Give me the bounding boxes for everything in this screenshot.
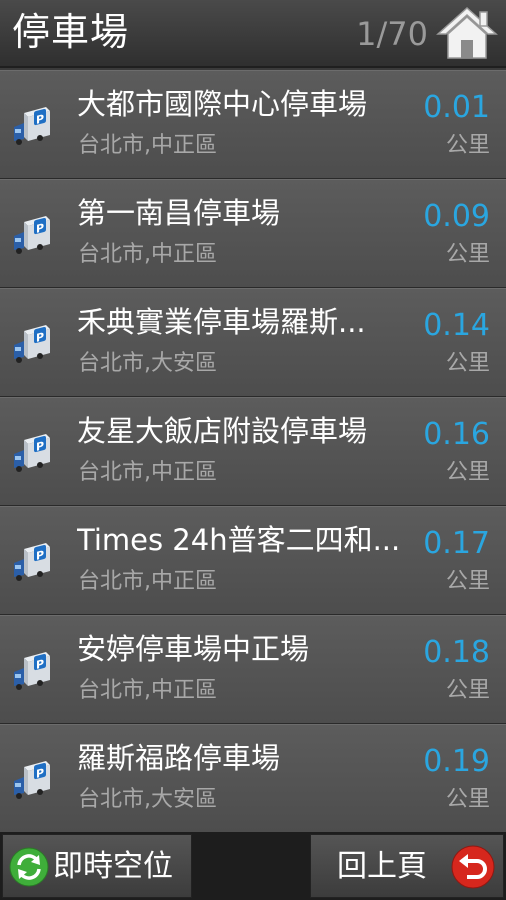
parking-address: 台北市,大安區 xyxy=(78,787,217,812)
refresh-icon xyxy=(9,847,49,887)
list-item[interactable]: P 安婷停車場中正場 台北市,中正區 0.18 公里 xyxy=(0,615,506,724)
parking-address: 台北市,中正區 xyxy=(78,569,217,594)
realtime-vacancy-button[interactable]: 即時空位 xyxy=(2,834,192,898)
parking-distance: 0.19 xyxy=(423,744,490,779)
app-header: 停車場 1/70 xyxy=(0,0,506,68)
parking-truck-icon: P xyxy=(12,759,52,801)
svg-text:P: P xyxy=(36,548,44,563)
parking-truck-icon: P xyxy=(12,323,52,365)
parking-address: 台北市,中正區 xyxy=(78,242,217,267)
parking-name: 大都市國際中心停車場 xyxy=(77,87,368,121)
distance-unit: 公里 xyxy=(445,351,490,376)
parking-name: Times 24h普客二四和... xyxy=(77,523,401,557)
list-item[interactable]: P 羅斯福路停車場 台北市,大安區 0.19 公里 xyxy=(0,724,506,833)
page-title: 停車場 xyxy=(12,10,130,54)
parking-address: 台北市,中正區 xyxy=(78,678,217,703)
list-item[interactable]: P 第一南昌停車場 台北市,中正區 0.09 公里 xyxy=(0,179,506,288)
parking-address: 台北市,大安區 xyxy=(78,351,217,376)
distance-unit: 公里 xyxy=(445,787,490,812)
parking-distance: 0.17 xyxy=(423,526,490,561)
distance-unit: 公里 xyxy=(445,460,490,485)
distance-unit: 公里 xyxy=(445,569,490,594)
list-item[interactable]: P 友星大飯店附設停車場 台北市,中正區 0.16 公里 xyxy=(0,397,506,506)
parking-name: 羅斯福路停車場 xyxy=(77,741,281,775)
parking-name: 第一南昌停車場 xyxy=(77,196,281,230)
parking-list: P 大都市國際中心停車場 台北市,中正區 0.01 公里 P 第一南昌停車場 台… xyxy=(0,70,506,833)
parking-truck-icon: P xyxy=(12,432,52,474)
parking-truck-icon: P xyxy=(12,105,52,147)
parking-distance: 0.18 xyxy=(423,635,490,670)
realtime-vacancy-label: 即時空位 xyxy=(53,849,173,884)
parking-address: 台北市,中正區 xyxy=(78,133,217,158)
parking-distance: 0.14 xyxy=(423,308,490,343)
svg-text:P: P xyxy=(36,330,44,345)
svg-text:P: P xyxy=(36,112,44,127)
back-button[interactable]: 回上頁 xyxy=(310,834,504,898)
list-item[interactable]: P 大都市國際中心停車場 台北市,中正區 0.01 公里 xyxy=(0,70,506,179)
distance-unit: 公里 xyxy=(445,242,490,267)
parking-distance: 0.01 xyxy=(423,90,490,125)
svg-text:P: P xyxy=(36,439,44,454)
svg-text:P: P xyxy=(36,657,44,672)
bottom-bar: 即時空位 回上頁 xyxy=(0,832,506,900)
parking-name: 安婷停車場中正場 xyxy=(77,632,310,666)
list-item[interactable]: P Times 24h普客二四和... 台北市,中正區 0.17 公里 xyxy=(0,506,506,615)
list-item[interactable]: P 禾典實業停車場羅斯... 台北市,大安區 0.14 公里 xyxy=(0,288,506,397)
parking-truck-icon: P xyxy=(12,650,52,692)
parking-name: 友星大飯店附設停車場 xyxy=(77,414,368,448)
page-counter: 1/70 xyxy=(356,15,428,53)
svg-text:P: P xyxy=(36,221,44,236)
distance-unit: 公里 xyxy=(445,678,490,703)
parking-distance: 0.16 xyxy=(423,417,490,452)
parking-name: 禾典實業停車場羅斯... xyxy=(77,305,366,339)
parking-truck-icon: P xyxy=(12,214,52,256)
svg-text:P: P xyxy=(36,766,44,781)
distance-unit: 公里 xyxy=(445,133,490,158)
parking-address: 台北市,中正區 xyxy=(78,460,217,485)
parking-truck-icon: P xyxy=(12,541,52,583)
home-icon[interactable] xyxy=(436,4,498,62)
back-label: 回上頁 xyxy=(337,849,427,884)
back-arrow-icon xyxy=(451,845,495,889)
parking-distance: 0.09 xyxy=(423,199,490,234)
